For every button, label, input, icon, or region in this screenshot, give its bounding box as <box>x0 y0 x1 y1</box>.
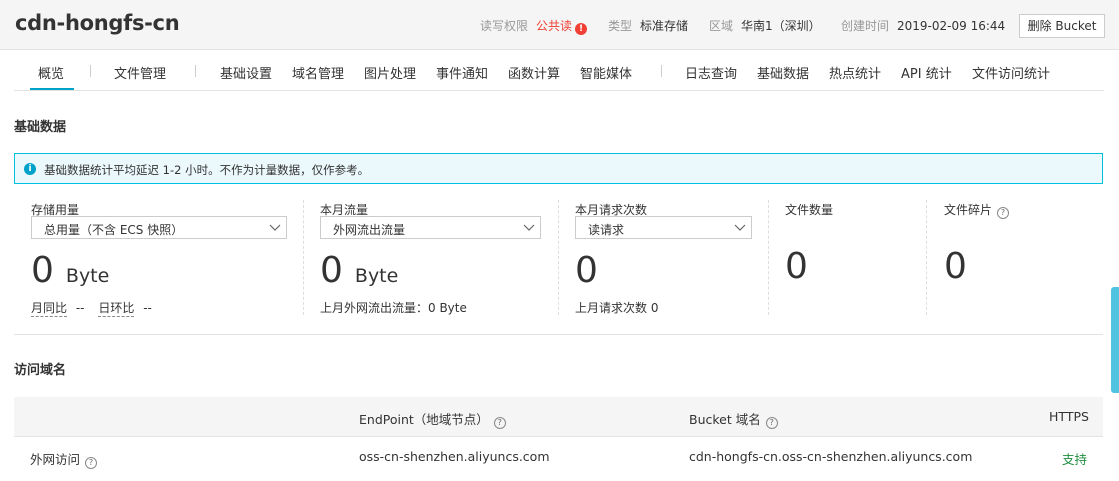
warning-icon: ! <box>575 23 588 35</box>
row-bucket-domain: cdn-hongfs-cn.oss-cn-shenzhen.aliyuncs.c… <box>689 449 973 464</box>
info-notice: i 基础数据统计平均延迟 1-2 小时。不作为计量数据，仅作参考。 <box>14 153 1103 184</box>
requests-last-month: 上月请求次数 0 <box>575 301 659 315</box>
storage-value: 0 <box>31 250 54 291</box>
row-endpoint: oss-cn-shenzhen.aliyuncs.com <box>359 449 550 464</box>
info-icon: i <box>24 163 36 175</box>
tab-hotspot-stats[interactable]: 热点统计 <box>829 63 881 82</box>
select-value: 总用量（不含 ECS 快照） <box>44 223 184 237</box>
tab-function-compute[interactable]: 函数计算 <box>508 63 560 82</box>
storage-type-select[interactable]: 总用量（不含 ECS 快照） <box>31 216 287 239</box>
created-label: 创建时间 <box>841 19 890 33</box>
select-value: 外网流出流量 <box>333 223 406 237</box>
region-value: 华南1（深圳） <box>741 19 821 33</box>
stat-value: 0 Byte <box>320 253 398 289</box>
delete-bucket-button[interactable]: 删除 Bucket <box>1019 14 1105 38</box>
notice-text: 基础数据统计平均延迟 1-2 小时。不作为计量数据，仅作参考。 <box>44 163 370 177</box>
chevron-down-icon <box>734 224 746 231</box>
tab-domain-management[interactable]: 域名管理 <box>292 63 344 82</box>
created-value: 2019-02-09 16:44 <box>897 19 1006 33</box>
select-value: 读请求 <box>588 223 625 237</box>
stat-file-count: 文件数量 0 <box>785 199 915 315</box>
storage-unit: Byte <box>65 265 110 287</box>
tab-basic-settings[interactable]: 基础设置 <box>220 63 272 82</box>
tab-separator <box>195 65 196 77</box>
column-header-endpoint: EndPoint（地域节点）? <box>359 409 506 429</box>
type-label: 类型 <box>608 19 633 33</box>
stat-storage: 存储用量 总用量（不含 ECS 快照） 0 Byte 月同比 -- 日环比 -- <box>31 199 291 317</box>
side-feedback-tab[interactable] <box>1111 287 1119 393</box>
column-header-bucket-domain: Bucket 域名? <box>689 409 778 429</box>
tab-event-notification[interactable]: 事件通知 <box>436 63 488 82</box>
type-meta: 类型 标准存储 <box>608 17 688 34</box>
help-icon[interactable]: ? <box>85 457 98 469</box>
row-name: 外网访问? <box>30 449 98 469</box>
tab-separator <box>90 65 91 77</box>
stat-requests: 本月请求次数 读请求 0 上月请求次数 0 <box>575 199 755 315</box>
stat-divider <box>558 200 559 315</box>
fragments-value: 0 <box>944 246 967 287</box>
tab-overview[interactable]: 概览 <box>38 63 64 82</box>
active-tab-indicator <box>30 88 74 90</box>
stat-label: 文件碎片? <box>944 201 1010 219</box>
file-count-value: 0 <box>785 246 808 287</box>
tab-separator <box>661 65 662 77</box>
stat-traffic: 本月流量 外网流出流量 0 Byte 上月外网流出流量：0 Byte <box>320 199 545 315</box>
stat-divider <box>303 200 304 315</box>
fragments-label: 文件碎片 <box>944 203 993 217</box>
acl-meta: 读写权限 公共读! <box>480 17 588 35</box>
stat-fragments: 文件碎片? 0 <box>944 199 1074 315</box>
request-type-select[interactable]: 读请求 <box>575 216 752 239</box>
section-divider <box>14 334 1103 335</box>
column-header-https: HTTPS <box>1049 409 1089 424</box>
help-icon[interactable]: ? <box>765 417 778 429</box>
tab-bar: 概览 文件管理 基础设置 域名管理 图片处理 事件通知 函数计算 智能媒体 日志… <box>14 50 1104 91</box>
stat-value: 0 Byte <box>31 253 109 289</box>
stat-divider <box>926 200 927 315</box>
region-meta: 区域 华南1（深圳） <box>709 17 821 34</box>
created-meta: 创建时间 2019-02-09 16:44 <box>841 17 1005 34</box>
tab-intelligent-media[interactable]: 智能媒体 <box>580 63 632 82</box>
acl-value: 公共读 <box>536 19 573 33</box>
region-label: 区域 <box>709 19 734 33</box>
traffic-last-month: 上月外网流出流量：0 Byte <box>320 301 467 315</box>
help-icon[interactable]: ? <box>493 417 506 429</box>
traffic-value: 0 <box>320 250 343 291</box>
stat-label: 文件数量 <box>785 203 834 217</box>
tab-api-stats[interactable]: API 统计 <box>901 63 952 82</box>
mom-label: 月同比 <box>31 301 68 317</box>
dod-label: 日环比 <box>98 301 135 317</box>
traffic-unit: Byte <box>354 265 399 287</box>
tab-log-query[interactable]: 日志查询 <box>685 63 737 82</box>
basic-data-title: 基础数据 <box>14 120 67 135</box>
chevron-down-icon <box>269 224 281 231</box>
row-https-status: 支持 <box>1062 452 1088 467</box>
access-domain-title: 访问域名 <box>14 363 67 378</box>
table-header: EndPoint（地域节点）? Bucket 域名? HTTPS <box>14 397 1103 437</box>
tab-basic-data[interactable]: 基础数据 <box>757 63 809 82</box>
tab-image-processing[interactable]: 图片处理 <box>364 63 416 82</box>
mom-value: -- <box>75 301 85 315</box>
storage-compare: 月同比 -- 日环比 -- <box>31 299 152 317</box>
stat-divider <box>768 200 769 315</box>
traffic-type-select[interactable]: 外网流出流量 <box>320 216 541 239</box>
bucket-header: cdn-hongfs-cn 读写权限 公共读! 类型 标准存储 区域 华南1（深圳） … <box>0 0 1119 50</box>
help-icon[interactable]: ? <box>997 207 1010 219</box>
acl-label: 读写权限 <box>480 19 529 33</box>
chevron-down-icon <box>523 224 535 231</box>
type-value: 标准存储 <box>640 19 689 33</box>
dod-value: -- <box>143 301 152 315</box>
requests-value: 0 <box>575 250 598 291</box>
tab-file-management[interactable]: 文件管理 <box>114 63 166 82</box>
bucket-name: cdn-hongfs-cn <box>15 11 180 35</box>
tab-file-access-stats[interactable]: 文件访问统计 <box>972 63 1050 82</box>
